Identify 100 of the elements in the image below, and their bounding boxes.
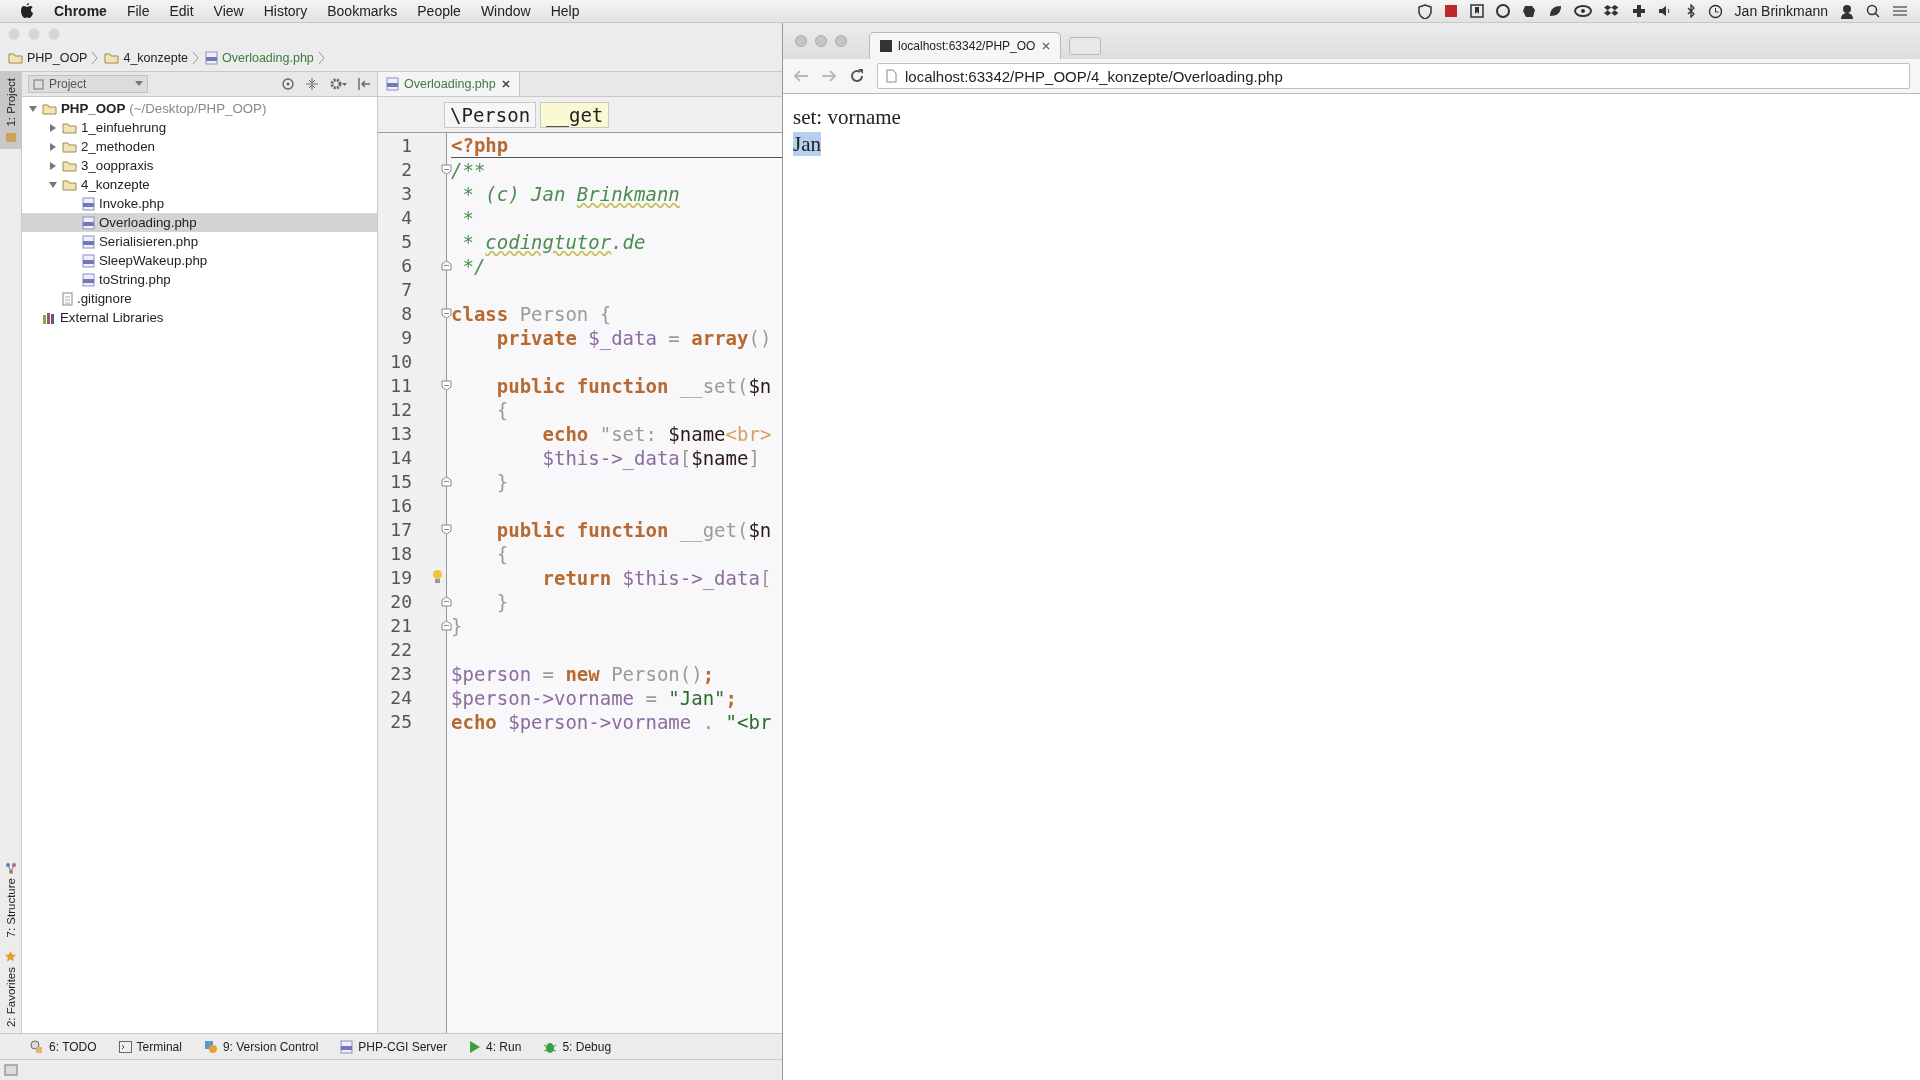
fold-marker-icon[interactable] <box>441 596 452 607</box>
browser-tab[interactable]: localhost:63342/PHP_OO <box>869 32 1061 59</box>
menu-item[interactable]: Edit <box>169 3 194 19</box>
fold-marker-icon[interactable] <box>441 524 452 535</box>
menu-item[interactable]: Bookmarks <box>327 3 398 19</box>
line-number: 10 <box>389 350 412 372</box>
fold-marker-icon[interactable] <box>441 380 452 391</box>
tree-item[interactable]: Invoke.php <box>22 194 377 213</box>
side-tab[interactable]: 1: Project <box>0 72 21 149</box>
fold-marker-icon[interactable] <box>441 476 452 487</box>
square-icon <box>1443 4 1458 18</box>
line-number: 3 <box>400 182 412 204</box>
tool-window-button[interactable]: 4: Run <box>469 1039 522 1054</box>
clock-icon <box>1707 3 1723 19</box>
code-line: } <box>495 590 510 614</box>
code-line: { <box>495 542 510 566</box>
line-number: 14 <box>389 446 412 468</box>
star-icon <box>4 949 17 963</box>
project-view-dropdown[interactable]: Project <box>28 75 148 93</box>
fold-marker-icon[interactable] <box>441 308 452 319</box>
php-file-icon <box>340 1039 354 1054</box>
tree-item[interactable]: SleepWakeup.php <box>22 251 377 270</box>
code-line: private $_data = array() <box>495 326 773 350</box>
tree-item[interactable]: 2_methoden <box>22 137 377 156</box>
apple-logo-icon <box>20 3 34 19</box>
tool-window-button[interactable]: 6: TODO <box>30 1039 97 1054</box>
caret-right-icon[interactable] <box>48 141 58 152</box>
breadcrumb[interactable]: 4_konzepte <box>104 51 200 65</box>
php-file-icon <box>82 234 95 249</box>
library-icon <box>42 311 56 324</box>
tool-window-button[interactable]: PHP-CGI Server <box>340 1039 447 1054</box>
menu-item[interactable]: View <box>213 3 244 19</box>
menu-item[interactable]: History <box>263 3 308 19</box>
code-line: $person = new Person(); <box>451 662 716 686</box>
line-number: 18 <box>389 542 412 564</box>
line-number: 19 <box>389 566 412 588</box>
menu-item[interactable]: People <box>417 3 461 19</box>
code-breadcrumb[interactable]: \Person <box>444 101 537 128</box>
code-line: * <box>461 206 475 230</box>
structure-icon <box>4 862 17 875</box>
page-icon <box>886 69 897 83</box>
user-name[interactable]: Jan Brinkmann <box>1734 3 1828 19</box>
line-number: 7 <box>400 278 412 300</box>
tree-item[interactable]: 3_ooppraxis <box>22 156 377 175</box>
breadcrumb[interactable]: PHP_OOP <box>8 51 99 65</box>
line-number: 11 <box>389 374 412 396</box>
menu-item[interactable]: File <box>126 3 150 19</box>
line-number: 25 <box>389 710 412 732</box>
editor-tab[interactable]: Overloading.php <box>378 72 520 96</box>
tool-window-button[interactable]: 5: Debug <box>543 1039 612 1054</box>
line-number: 23 <box>389 662 412 684</box>
fold-marker-icon[interactable] <box>441 620 452 631</box>
code-line: $person->vorname = "Jan"; <box>451 686 738 710</box>
lightbulb-icon[interactable] <box>432 569 443 584</box>
code-line: <?php <box>451 133 782 158</box>
search-icon <box>1866 4 1880 18</box>
fold-marker-icon[interactable] <box>441 164 452 175</box>
reload-icon <box>849 68 865 84</box>
menu-item[interactable]: Help <box>550 3 580 19</box>
php-file-icon <box>82 215 95 230</box>
line-number: 1 <box>400 134 412 156</box>
code-breadcrumb[interactable]: __get <box>540 101 610 128</box>
code-line: echo "set: $name<br> <box>541 422 773 446</box>
php-file-icon <box>205 51 219 65</box>
line-number: 24 <box>389 686 412 708</box>
tree-item[interactable]: Serialisieren.php <box>22 232 377 251</box>
code-line: return $this->_data[ <box>541 566 773 590</box>
tree-item[interactable]: 4_konzepte <box>22 175 377 194</box>
caret-right-icon[interactable] <box>48 122 58 133</box>
tree-item[interactable]: External Libraries <box>22 308 377 327</box>
tool-window-button[interactable]: 9: Version Control <box>203 1039 319 1054</box>
caret-down-icon[interactable] <box>48 179 58 190</box>
code-line: } <box>451 614 464 638</box>
fold-marker-icon[interactable] <box>441 260 452 271</box>
code-line: $this->_data[$name] <box>541 446 761 470</box>
menu-item[interactable]: Window <box>480 3 531 19</box>
tree-item[interactable]: PHP_OOP (~/Desktop/PHP_OOP) <box>22 99 377 118</box>
side-tab[interactable]: 7: Structure <box>0 856 21 944</box>
tree-item[interactable]: toString.php <box>22 270 377 289</box>
panel-toggle-icon <box>4 1064 18 1076</box>
code-line: echo $person->vorname . "<br <box>451 710 773 734</box>
chevron-right-icon <box>192 51 200 65</box>
address-bar[interactable]: localhost:63342/PHP_OOP/4_konzepte/Overloading.php <box>877 63 1910 89</box>
caret-right-icon[interactable] <box>48 160 58 171</box>
version-control-icon <box>203 1039 218 1054</box>
leaf-icon <box>1547 4 1562 18</box>
target-icon <box>281 77 295 91</box>
tool-window-button[interactable]: Terminal <box>118 1039 182 1054</box>
breadcrumb[interactable]: Overloading.php <box>205 51 325 65</box>
tree-item[interactable]: 1_einfuehrung <box>22 118 377 137</box>
tree-item[interactable]: .gitignore <box>22 289 377 308</box>
side-tab[interactable]: 2: Favorites <box>0 943 21 1033</box>
window-controls-icon <box>795 35 847 47</box>
menu-app-name[interactable]: Chrome <box>54 3 107 19</box>
tree-item[interactable]: Overloading.php <box>22 213 377 232</box>
caret-down-icon[interactable] <box>28 103 38 114</box>
play-icon <box>469 1039 481 1054</box>
code-line: } <box>495 470 510 494</box>
line-number: 9 <box>400 326 412 348</box>
php-file-icon <box>82 253 95 268</box>
